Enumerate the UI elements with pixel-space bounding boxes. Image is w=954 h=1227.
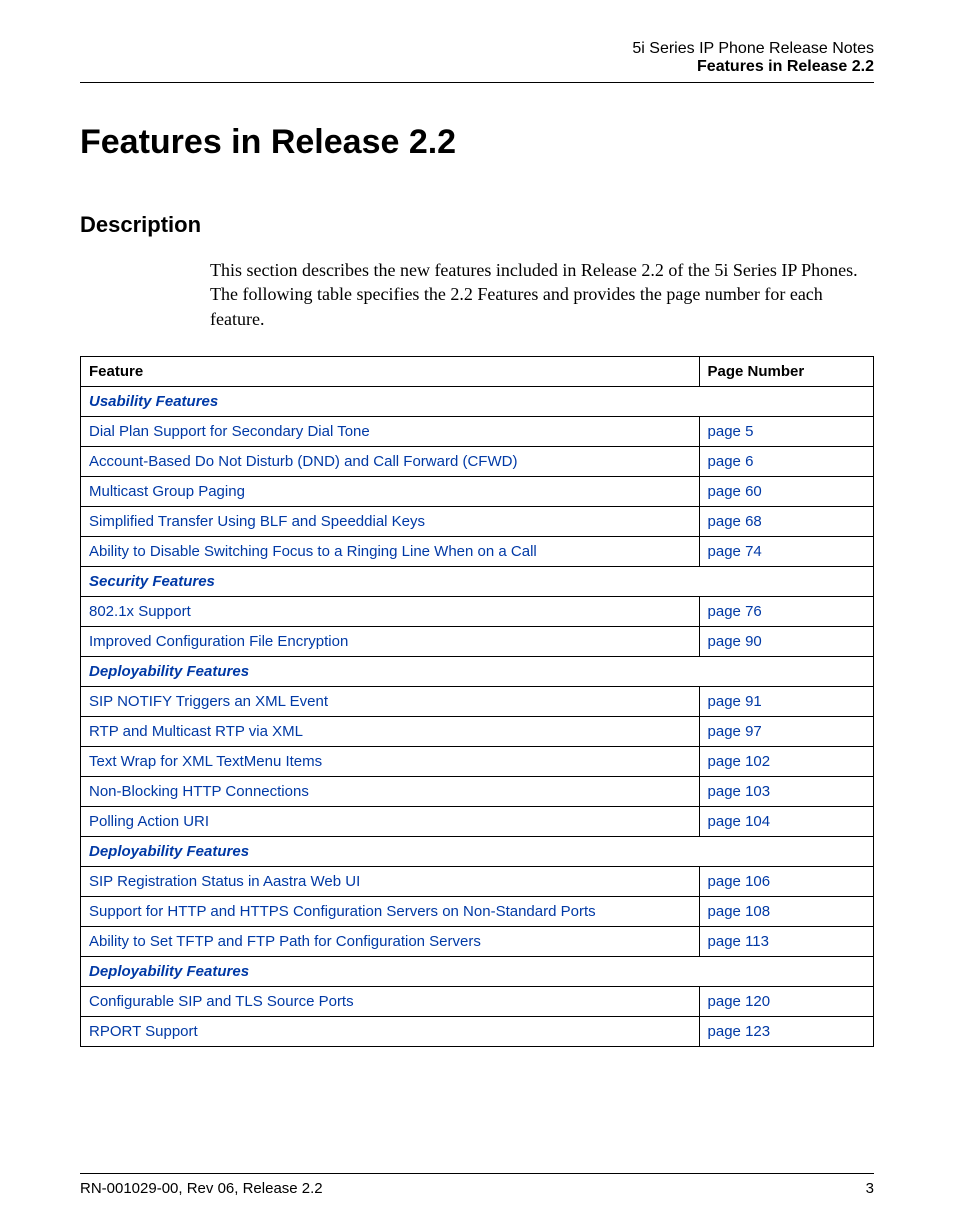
table-row: SIP NOTIFY Triggers an XML Eventpage 91 (81, 686, 874, 716)
feature-link[interactable]: SIP Registration Status in Aastra Web UI (81, 866, 700, 896)
page-link[interactable]: page 91 (699, 686, 873, 716)
page-link[interactable]: page 120 (699, 986, 873, 1016)
features-table: Feature Page Number Usability FeaturesDi… (80, 356, 874, 1047)
table-row: Deployability Features (81, 956, 874, 986)
page-link[interactable]: page 6 (699, 446, 873, 476)
table-header-feature: Feature (81, 356, 700, 386)
page-link[interactable]: page 104 (699, 806, 873, 836)
section-heading-description: Description (80, 212, 874, 238)
section-label: Deployability Features (81, 836, 874, 866)
table-row: Non-Blocking HTTP Connectionspage 103 (81, 776, 874, 806)
page-link[interactable]: page 113 (699, 926, 873, 956)
feature-link[interactable]: Configurable SIP and TLS Source Ports (81, 986, 700, 1016)
feature-link[interactable]: Simplified Transfer Using BLF and Speedd… (81, 506, 700, 536)
page-link[interactable]: page 5 (699, 416, 873, 446)
page-link[interactable]: page 108 (699, 896, 873, 926)
table-row: Polling Action URIpage 104 (81, 806, 874, 836)
header-divider (80, 82, 874, 83)
page-link[interactable]: page 60 (699, 476, 873, 506)
page-link[interactable]: page 106 (699, 866, 873, 896)
page-header: 5i Series IP Phone Release Notes Feature… (80, 40, 874, 76)
table-row: Deployability Features (81, 656, 874, 686)
header-line-2: Features in Release 2.2 (80, 58, 874, 76)
table-row: RPORT Supportpage 123 (81, 1016, 874, 1046)
page-link[interactable]: page 102 (699, 746, 873, 776)
page-link[interactable]: page 68 (699, 506, 873, 536)
feature-link[interactable]: Non-Blocking HTTP Connections (81, 776, 700, 806)
page-link[interactable]: page 74 (699, 536, 873, 566)
section-label: Deployability Features (81, 656, 874, 686)
feature-link[interactable]: Ability to Set TFTP and FTP Path for Con… (81, 926, 700, 956)
page-link[interactable]: page 97 (699, 716, 873, 746)
table-row: Ability to Disable Switching Focus to a … (81, 536, 874, 566)
feature-link[interactable]: Text Wrap for XML TextMenu Items (81, 746, 700, 776)
footer-right: 3 (866, 1180, 874, 1197)
feature-link[interactable]: RPORT Support (81, 1016, 700, 1046)
feature-link[interactable]: Account-Based Do Not Disturb (DND) and C… (81, 446, 700, 476)
section-label: Usability Features (81, 386, 874, 416)
section-label: Security Features (81, 566, 874, 596)
table-row: SIP Registration Status in Aastra Web UI… (81, 866, 874, 896)
table-header-page: Page Number (699, 356, 873, 386)
feature-link[interactable]: Ability to Disable Switching Focus to a … (81, 536, 700, 566)
table-row: Improved Configuration File Encryptionpa… (81, 626, 874, 656)
feature-link[interactable]: Multicast Group Paging (81, 476, 700, 506)
table-row: Support for HTTP and HTTPS Configuration… (81, 896, 874, 926)
table-header-row: Feature Page Number (81, 356, 874, 386)
feature-link[interactable]: RTP and Multicast RTP via XML (81, 716, 700, 746)
table-row: Multicast Group Pagingpage 60 (81, 476, 874, 506)
table-row: Configurable SIP and TLS Source Portspag… (81, 986, 874, 1016)
footer-left: RN-001029-00, Rev 06, Release 2.2 (80, 1180, 323, 1197)
intro-paragraph: This section describes the new features … (210, 258, 874, 331)
page-link[interactable]: page 103 (699, 776, 873, 806)
table-row: Deployability Features (81, 836, 874, 866)
table-row: Account-Based Do Not Disturb (DND) and C… (81, 446, 874, 476)
table-row: Security Features (81, 566, 874, 596)
page-link[interactable]: page 123 (699, 1016, 873, 1046)
table-row: Simplified Transfer Using BLF and Speedd… (81, 506, 874, 536)
header-line-1: 5i Series IP Phone Release Notes (80, 40, 874, 58)
page-footer: RN-001029-00, Rev 06, Release 2.2 3 (80, 1173, 874, 1197)
feature-link[interactable]: SIP NOTIFY Triggers an XML Event (81, 686, 700, 716)
page-link[interactable]: page 90 (699, 626, 873, 656)
table-row: Dial Plan Support for Secondary Dial Ton… (81, 416, 874, 446)
table-row: Text Wrap for XML TextMenu Itemspage 102 (81, 746, 874, 776)
feature-link[interactable]: Improved Configuration File Encryption (81, 626, 700, 656)
section-label: Deployability Features (81, 956, 874, 986)
table-row: Usability Features (81, 386, 874, 416)
page-link[interactable]: page 76 (699, 596, 873, 626)
feature-link[interactable]: 802.1x Support (81, 596, 700, 626)
feature-link[interactable]: Dial Plan Support for Secondary Dial Ton… (81, 416, 700, 446)
table-row: Ability to Set TFTP and FTP Path for Con… (81, 926, 874, 956)
feature-link[interactable]: Polling Action URI (81, 806, 700, 836)
feature-link[interactable]: Support for HTTP and HTTPS Configuration… (81, 896, 700, 926)
table-row: 802.1x Supportpage 76 (81, 596, 874, 626)
table-row: RTP and Multicast RTP via XMLpage 97 (81, 716, 874, 746)
page-title: Features in Release 2.2 (80, 123, 874, 162)
